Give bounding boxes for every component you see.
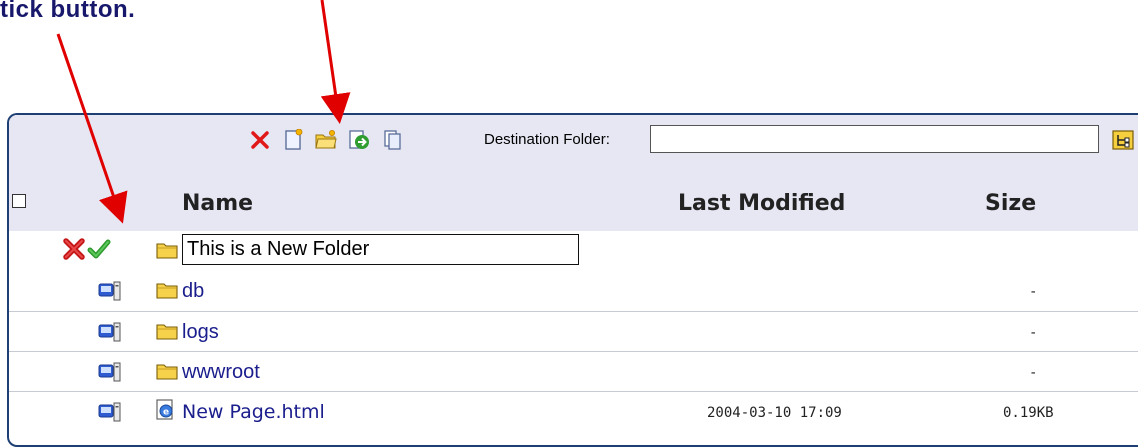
properties-icon[interactable] xyxy=(98,400,122,424)
destination-folder-input[interactable] xyxy=(650,125,1099,153)
green-tick-icon[interactable] xyxy=(87,237,111,261)
file-row: db - xyxy=(9,271,1138,311)
copy-icon[interactable] xyxy=(382,128,404,152)
web-page-icon: e xyxy=(154,398,178,422)
file-name[interactable]: wwwroot xyxy=(182,361,260,384)
file-size: - xyxy=(1029,325,1038,341)
svg-text:e: e xyxy=(163,408,169,418)
folder-tree-icon[interactable] xyxy=(1111,128,1135,152)
select-all-checkbox[interactable] xyxy=(12,194,26,208)
file-name[interactable]: New Page.html xyxy=(182,401,325,423)
file-last-modified: 2004-03-10 17:09 xyxy=(707,405,842,421)
new-file-icon[interactable] xyxy=(283,128,305,152)
file-size: - xyxy=(1029,365,1038,381)
new-folder-icon[interactable] xyxy=(315,128,337,152)
red-x-icon[interactable] xyxy=(62,237,86,261)
instruction-caption: tick button. xyxy=(0,0,136,23)
file-size: - xyxy=(1029,284,1038,300)
folder-icon xyxy=(155,319,179,343)
folder-icon xyxy=(155,238,179,262)
column-header-name[interactable]: Name xyxy=(182,191,253,216)
delete-x-icon[interactable] xyxy=(249,128,271,152)
file-manager-panel: Destination Folder: Name Last Modified S… xyxy=(7,113,1138,447)
properties-icon[interactable] xyxy=(98,360,122,384)
file-row: logs - xyxy=(9,311,1138,352)
file-name[interactable]: logs xyxy=(182,321,219,344)
properties-icon[interactable] xyxy=(98,320,122,344)
properties-icon[interactable] xyxy=(98,279,122,303)
column-header-last-modified[interactable]: Last Modified xyxy=(678,191,845,216)
folder-icon xyxy=(155,359,179,383)
arrow-to-new-folder xyxy=(320,0,351,124)
destination-folder-label: Destination Folder: xyxy=(484,131,610,148)
column-header-size[interactable]: Size xyxy=(985,191,1036,216)
toolbar: Destination Folder: xyxy=(9,115,1138,165)
move-icon[interactable] xyxy=(348,128,370,152)
column-header-row xyxy=(9,165,1138,231)
new-folder-name-input[interactable] xyxy=(182,234,579,265)
file-size: 0.19KB xyxy=(1003,405,1054,421)
file-name[interactable]: db xyxy=(182,280,204,303)
file-row: e New Page.html 2004-03-10 17:09 0.19KB xyxy=(9,391,1138,432)
folder-icon xyxy=(155,278,179,302)
file-row: wwwroot - xyxy=(9,351,1138,392)
